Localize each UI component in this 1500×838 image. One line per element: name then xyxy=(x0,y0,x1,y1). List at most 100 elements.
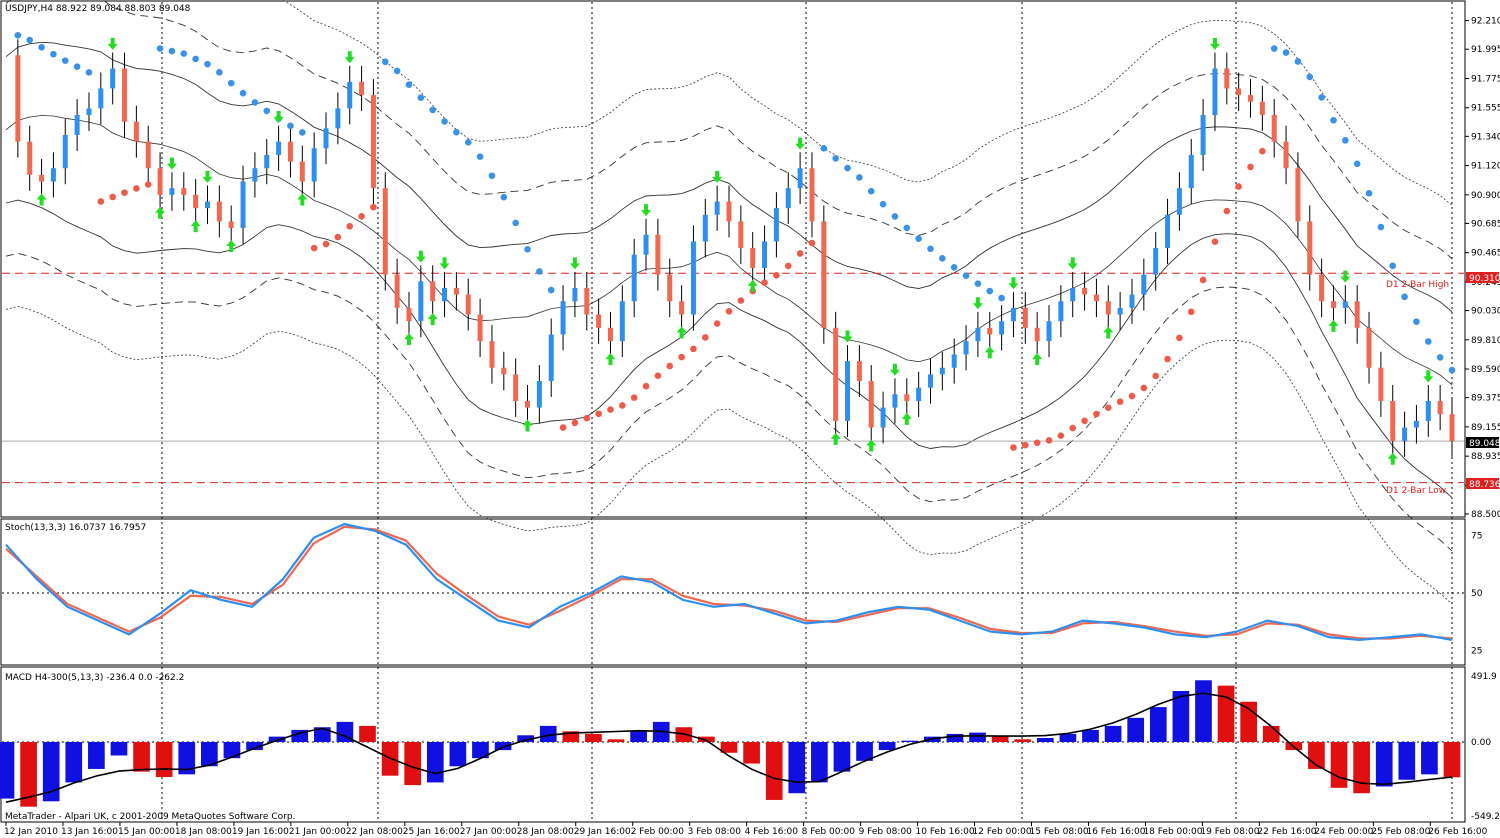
sar-dot xyxy=(1424,338,1432,345)
sar-dot xyxy=(939,255,946,262)
candle-body xyxy=(394,274,400,308)
candle-body xyxy=(607,327,613,342)
sar-dot xyxy=(630,394,638,401)
price-tick-label: 89.155 xyxy=(1471,423,1500,433)
macd-bar xyxy=(0,742,15,799)
candle-body xyxy=(1022,307,1028,328)
candle-body xyxy=(335,108,341,129)
candle-body xyxy=(382,188,388,275)
candle-body xyxy=(181,188,187,195)
price-tick-label: 90.465 xyxy=(1471,249,1500,259)
sar-dot xyxy=(701,334,709,341)
macd-bar xyxy=(426,742,444,783)
sar-dot xyxy=(38,44,45,51)
candle-body xyxy=(845,361,851,421)
time-tick-label: 26 Feb 16:00 xyxy=(1428,827,1487,837)
sar-dot xyxy=(310,244,318,252)
sar-dot xyxy=(1353,160,1361,168)
macd-bar xyxy=(1353,742,1370,794)
candle-body xyxy=(679,301,685,315)
time-tick-label: 22 Feb 16:00 xyxy=(1257,827,1316,837)
candle-body xyxy=(1105,301,1111,315)
time-tick-label: 12 Jan 2010 xyxy=(4,827,58,837)
sar-dot xyxy=(251,99,259,106)
sar-dot xyxy=(654,372,662,379)
time-tick-label: 12 Feb 00:00 xyxy=(973,827,1032,837)
macd-bar xyxy=(1082,729,1099,742)
candle-body xyxy=(1283,141,1289,169)
candle-body xyxy=(252,168,258,182)
price-tick-label: 89.810 xyxy=(1471,336,1500,346)
candle-body xyxy=(833,327,839,421)
candle-body xyxy=(86,108,92,116)
sar-dot xyxy=(144,181,152,188)
sar-dot xyxy=(1081,417,1088,425)
candle-body xyxy=(359,81,365,96)
candle-body xyxy=(1046,321,1052,342)
time-tick-label: 27 Jan 00:00 xyxy=(460,827,517,837)
candle-body xyxy=(1165,214,1171,249)
macd-bar xyxy=(1262,725,1280,742)
macd-tick-label: -549.2 xyxy=(1471,812,1500,822)
sar-dot xyxy=(227,79,235,87)
macd-bar xyxy=(788,742,806,794)
sar-dot xyxy=(1270,45,1278,52)
macd-bar xyxy=(969,732,986,742)
macd-bar xyxy=(1036,737,1054,742)
sar-dot xyxy=(583,414,591,422)
macd-bar xyxy=(404,742,422,786)
candle-body xyxy=(169,188,175,195)
time-tick-label: 15 Jan 00:00 xyxy=(118,827,175,837)
candle-body xyxy=(1425,400,1431,421)
d1-high-price: 90.310 xyxy=(1469,274,1500,284)
sar-dot xyxy=(666,362,674,370)
macd-bar xyxy=(1195,680,1212,742)
sar-dot xyxy=(1342,137,1349,144)
macd-bar xyxy=(811,742,828,783)
sar-dot xyxy=(1128,392,1136,400)
stoch-pane[interactable] xyxy=(0,518,1466,666)
sar-dot xyxy=(464,139,472,146)
candle-body xyxy=(110,68,116,89)
sar-dot xyxy=(1057,432,1065,439)
candle-body xyxy=(27,141,33,175)
time-tick-label: 10 Feb 16:00 xyxy=(916,827,975,837)
candle-body xyxy=(596,314,602,328)
sar-dot xyxy=(619,402,626,409)
candle-body xyxy=(655,234,661,275)
price-pane[interactable] xyxy=(0,0,1466,518)
sar-dot xyxy=(962,272,970,280)
candle-body xyxy=(1259,101,1265,116)
candle-body xyxy=(62,134,68,169)
price-tick-label: 92.210 xyxy=(1471,17,1500,27)
sar-dot xyxy=(903,224,911,232)
candle-body xyxy=(1141,274,1147,295)
candle-body xyxy=(1176,188,1182,215)
d1-low-price: 88.736 xyxy=(1469,480,1500,490)
sar-dot xyxy=(97,198,105,205)
candle-body xyxy=(975,327,981,342)
macd-bar xyxy=(1014,739,1032,742)
sar-dot xyxy=(85,69,93,76)
sar-dot xyxy=(761,279,768,286)
sar-dot xyxy=(14,31,22,39)
metatrader-chart[interactable]: 92.210 91.995 91.775 91.555 91.340 91.120 90.9… xyxy=(0,0,1500,838)
candle-body xyxy=(442,287,448,302)
sar-dot xyxy=(216,69,223,76)
candle-body xyxy=(74,115,80,135)
macd-bar xyxy=(1217,685,1235,742)
sar-dot xyxy=(547,286,555,294)
candle-body xyxy=(892,394,898,408)
candle-body xyxy=(1390,400,1396,441)
sar-dot xyxy=(891,213,899,220)
candle-body xyxy=(1212,68,1218,116)
candle-body xyxy=(631,254,637,302)
sar-dot xyxy=(1022,441,1029,449)
candle-body xyxy=(1319,274,1325,302)
candle-body xyxy=(430,281,436,302)
candle-body xyxy=(939,367,945,375)
candle-body xyxy=(204,201,210,209)
macd-bar xyxy=(765,742,783,800)
sar-dot xyxy=(50,50,57,58)
sar-dot xyxy=(453,128,460,136)
